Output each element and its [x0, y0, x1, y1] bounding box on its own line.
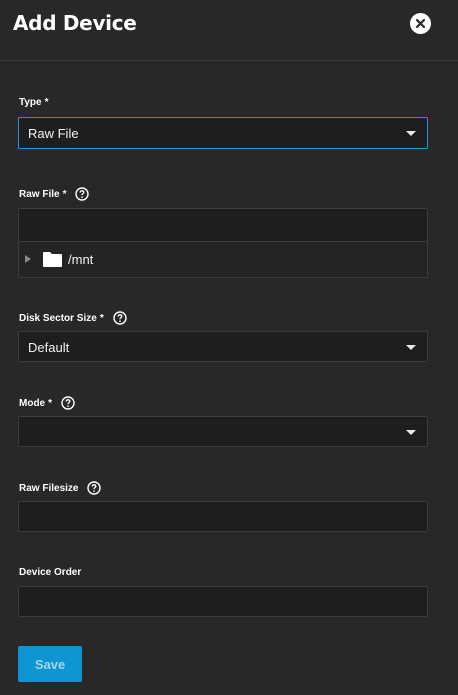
chevron-down-icon [406, 430, 416, 435]
file-tree: /mnt [18, 242, 428, 278]
help-icon[interactable] [87, 481, 102, 495]
help-icon[interactable] [61, 396, 75, 410]
close-button[interactable] [410, 13, 431, 34]
dialog-title: Add Device [13, 11, 137, 35]
expand-arrow-icon[interactable] [25, 255, 31, 263]
raw-file-input[interactable] [18, 208, 428, 242]
device-order-input[interactable] [18, 586, 428, 617]
disk-sector-size-label: Disk Sector Size * [19, 311, 127, 325]
device-order-label: Device Order [19, 567, 82, 578]
type-label: Type * [19, 97, 49, 108]
disk-sector-size-select[interactable]: Default [18, 331, 428, 362]
type-select-value: Raw File [28, 126, 79, 141]
disk-sector-size-value: Default [28, 340, 70, 355]
raw-file-label: Raw File * [19, 187, 90, 201]
mode-label: Mode * [19, 396, 75, 410]
help-icon[interactable] [75, 187, 90, 201]
type-select[interactable]: Raw File [18, 117, 428, 149]
chevron-down-icon [406, 345, 416, 350]
chevron-down-icon [406, 131, 416, 136]
raw-filesize-label: Raw Filesize [19, 481, 102, 495]
raw-filesize-input[interactable] [18, 501, 428, 532]
dialog-header: Add Device [0, 0, 458, 61]
mode-select[interactable] [18, 416, 428, 447]
folder-icon[interactable] [42, 251, 63, 273]
help-icon[interactable] [113, 311, 127, 325]
save-button[interactable]: Save [18, 646, 82, 682]
tree-node-label[interactable]: /mnt [68, 252, 93, 267]
close-icon [415, 18, 426, 29]
